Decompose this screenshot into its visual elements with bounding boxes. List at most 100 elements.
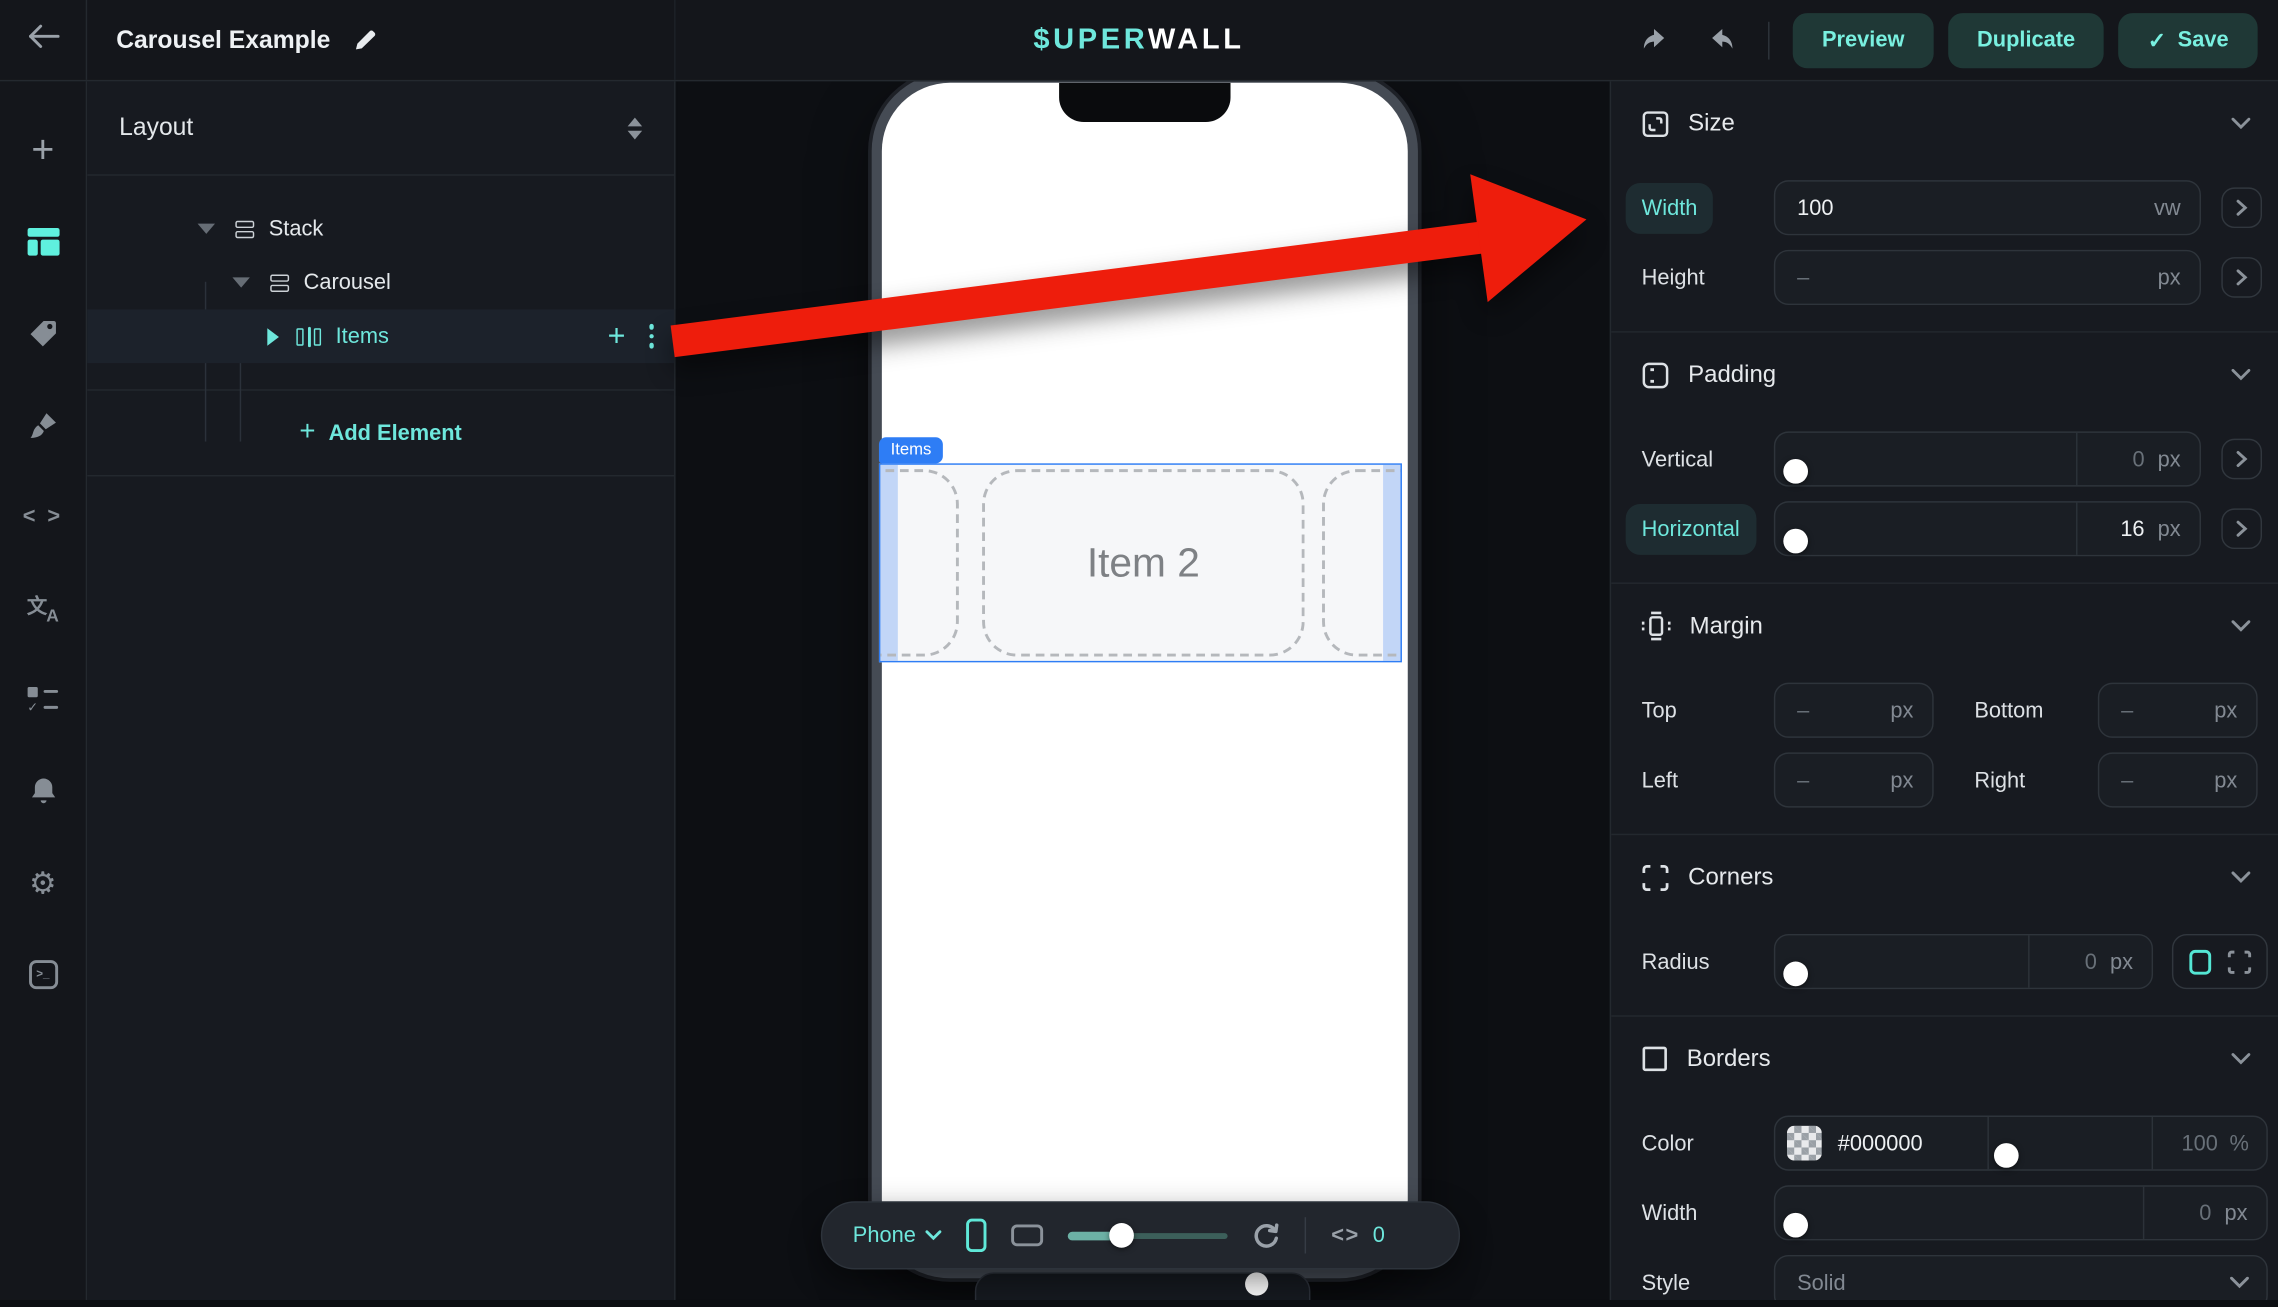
- rail-item-variables[interactable]: [0, 288, 86, 380]
- width-detail-button[interactable]: [2221, 187, 2262, 228]
- phone-mockup: [872, 81, 1418, 1278]
- rail-item-notifications[interactable]: [0, 745, 86, 837]
- rail-item-code[interactable]: < >: [0, 471, 86, 563]
- selection-badge: Items: [879, 437, 943, 463]
- slider-knob[interactable]: [1783, 962, 1808, 987]
- chevron-expanded-icon[interactable]: [232, 277, 249, 287]
- edit-title-button[interactable]: [348, 23, 383, 58]
- rail-item-localization[interactable]: 文A: [0, 562, 86, 654]
- border-width-label: Width: [1642, 1200, 1774, 1225]
- preview-button[interactable]: Preview: [1793, 12, 1934, 67]
- layer-tree: Stack Carousel Items + + Add Element: [87, 176, 674, 477]
- save-button[interactable]: ✓ Save: [2119, 12, 2258, 67]
- sort-icon[interactable]: [628, 117, 643, 139]
- corners-header[interactable]: Corners: [1642, 856, 2268, 900]
- chevron-down-icon[interactable]: [2232, 613, 2251, 639]
- carousel-item-next: [1322, 469, 1402, 656]
- section-size: Size Width 100 vw Height – px: [1611, 81, 2278, 332]
- padding-horizontal-detail-button[interactable]: [2221, 508, 2262, 549]
- width-label: Width: [1642, 182, 1774, 233]
- portrait-mode-button[interactable]: [967, 1219, 987, 1252]
- zoom-slider[interactable]: [1068, 1223, 1228, 1248]
- padding-horizontal-value: 16: [2120, 516, 2144, 541]
- padding-vertical-detail-button[interactable]: [2221, 439, 2262, 480]
- rail-item-settings[interactable]: ⚙: [0, 837, 86, 929]
- margin-title: Margin: [1690, 612, 2213, 640]
- rail-item-theme[interactable]: [0, 379, 86, 471]
- chevron-down-icon[interactable]: [2232, 110, 2251, 136]
- topbar: Carousel Example $UPERWALL Preview Dupli…: [0, 0, 2278, 81]
- color-swatch[interactable]: [1787, 1126, 1822, 1161]
- height-detail-button[interactable]: [2221, 257, 2262, 298]
- margin-row-2: Left – px Right – px: [1642, 752, 2268, 807]
- borders-title: Borders: [1687, 1045, 2213, 1073]
- tree-row-carousel[interactable]: Carousel: [87, 256, 674, 310]
- landscape-mode-button[interactable]: [1012, 1224, 1044, 1246]
- size-header[interactable]: Size: [1642, 102, 2268, 146]
- carousel-items-icon: [296, 326, 321, 346]
- toolbar-divider: [1305, 1217, 1306, 1253]
- carousel-item-current[interactable]: Item 2: [982, 469, 1305, 656]
- back-arrow-icon: [27, 23, 59, 56]
- more-options-icon[interactable]: [649, 324, 654, 348]
- width-value: 100: [1775, 195, 1833, 220]
- tree-row-items[interactable]: Items +: [87, 309, 674, 363]
- pencil-icon: [353, 28, 378, 53]
- refresh-button[interactable]: [1253, 1222, 1281, 1250]
- margin-bottom-input[interactable]: – px: [2098, 683, 2258, 738]
- resize-handle[interactable]: [1245, 1272, 1268, 1295]
- padding-horizontal-row: Horizontal 16px: [1642, 501, 2268, 556]
- height-input[interactable]: – px: [1774, 250, 2201, 305]
- document-title-area: Carousel Example: [87, 0, 675, 80]
- add-element-button[interactable]: + Add Element: [87, 389, 674, 476]
- tree-label-carousel: Carousel: [304, 270, 391, 295]
- plus-icon: +: [299, 417, 315, 449]
- width-input[interactable]: 100 vw: [1774, 180, 2201, 235]
- add-child-button[interactable]: +: [608, 321, 626, 352]
- undo-button[interactable]: [1632, 15, 1681, 64]
- margin-left-input[interactable]: – px: [1774, 752, 1934, 807]
- bell-icon: [28, 776, 57, 807]
- margin-top-input[interactable]: – px: [1774, 683, 1934, 738]
- borders-header[interactable]: Borders: [1642, 1037, 2268, 1081]
- border-style-select[interactable]: Solid: [1774, 1255, 2268, 1300]
- slider-knob[interactable]: [1783, 1213, 1808, 1238]
- selected-carousel-items[interactable]: Item 2: [879, 463, 1402, 662]
- canvas[interactable]: Items Item 2 Phone: [677, 81, 1610, 1300]
- redo-button[interactable]: [1696, 15, 1745, 64]
- code-icon: <>: [1331, 1223, 1359, 1248]
- height-unit: px: [2158, 265, 2200, 290]
- margin-right-input[interactable]: – px: [2098, 752, 2258, 807]
- corners-title: Corners: [1688, 864, 2212, 892]
- tree-row-stack[interactable]: Stack: [87, 202, 674, 256]
- rail-item-layout[interactable]: [0, 196, 86, 288]
- padding-vertical-row: Vertical 0px: [1642, 431, 2268, 486]
- uniform-radius-button[interactable]: [2189, 949, 2211, 974]
- individual-corners-button[interactable]: [2227, 949, 2252, 974]
- margin-left-label: Left: [1642, 768, 1774, 793]
- border-style-row: Style Solid: [1642, 1255, 2268, 1300]
- border-color-value[interactable]: #000000: [1838, 1131, 1923, 1156]
- slider-knob[interactable]: [1994, 1143, 2019, 1168]
- chevron-down-icon[interactable]: [2232, 864, 2251, 890]
- chevron-collapsed-icon[interactable]: [267, 328, 279, 345]
- rail-item-console[interactable]: >_: [0, 928, 86, 1020]
- slider-knob[interactable]: [1783, 529, 1808, 554]
- back-button[interactable]: [0, 0, 87, 80]
- duplicate-button[interactable]: Duplicate: [1948, 12, 2104, 67]
- left-rail: + < > 文A ✓ ⚙ >_: [0, 81, 87, 1300]
- padding-header[interactable]: Padding: [1642, 353, 2268, 397]
- border-color-label: Color: [1642, 1131, 1774, 1156]
- device-dropdown[interactable]: Phone: [853, 1223, 942, 1248]
- add-button[interactable]: +: [0, 105, 86, 197]
- rail-item-checklist[interactable]: ✓: [0, 654, 86, 746]
- chevron-down-icon[interactable]: [2232, 362, 2251, 388]
- phone-notch: [1059, 83, 1230, 122]
- slider-knob[interactable]: [1109, 1223, 1134, 1248]
- chevron-down-icon[interactable]: [2232, 1046, 2251, 1072]
- code-view-toggle[interactable]: <> 0: [1331, 1223, 1385, 1248]
- slider-knob[interactable]: [1783, 459, 1808, 484]
- refresh-icon: [1253, 1222, 1281, 1250]
- margin-header[interactable]: Margin: [1642, 604, 2268, 648]
- chevron-expanded-icon[interactable]: [198, 224, 215, 234]
